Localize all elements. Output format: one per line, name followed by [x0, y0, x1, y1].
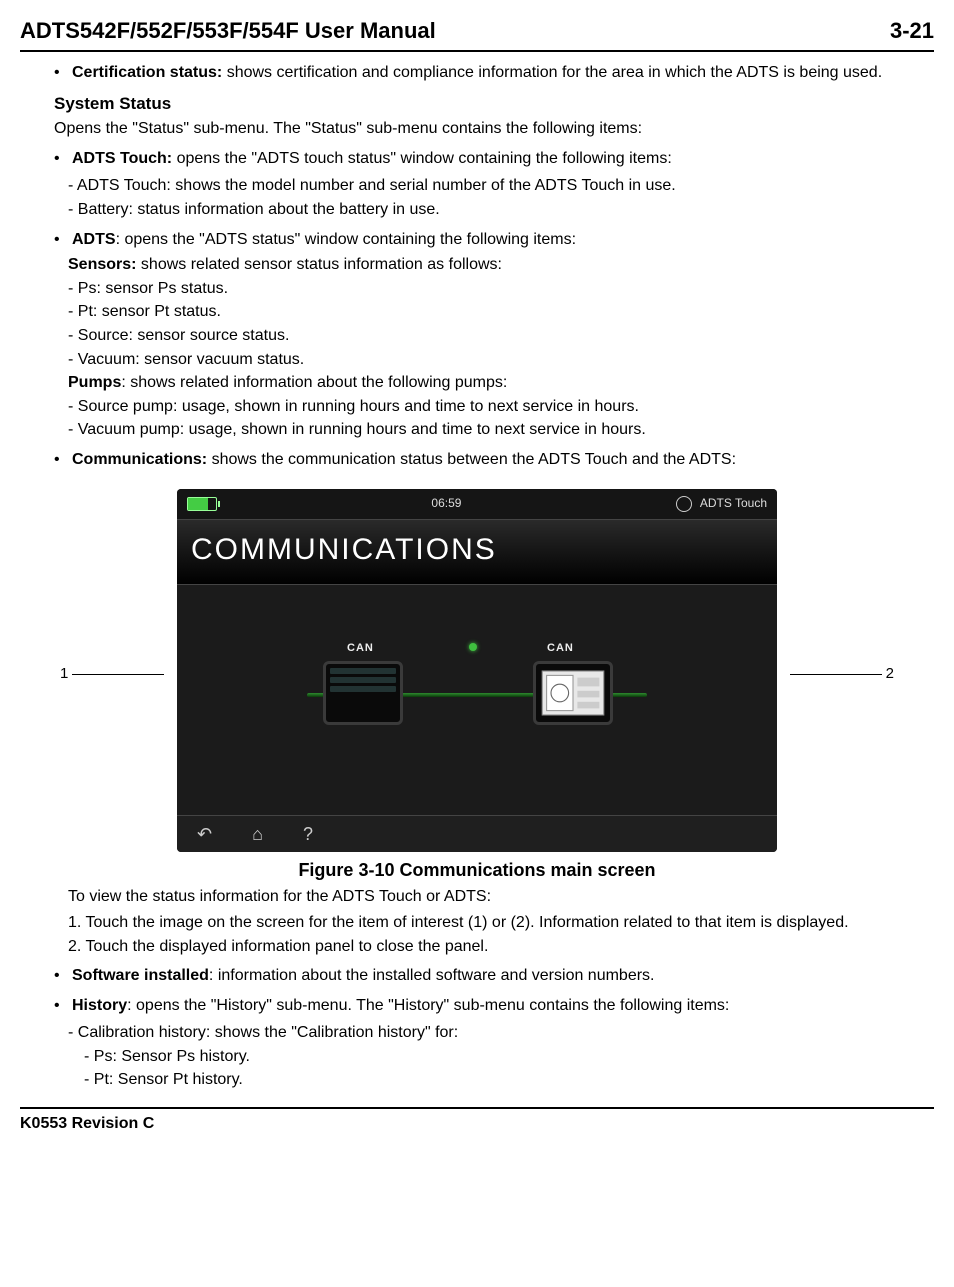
bullet-text: Communications: shows the communication …: [72, 449, 934, 471]
sensors-desc: shows related sensor status information …: [136, 256, 502, 273]
cert-status-desc: shows certification and compliance infor…: [222, 64, 882, 81]
page-number: 3-21: [890, 16, 934, 46]
page-header: ADTS542F/552F/553F/554F User Manual 3-21: [20, 16, 934, 52]
adts-touch-node[interactable]: [323, 661, 403, 725]
step-2: 2. Touch the displayed information panel…: [68, 936, 934, 958]
bullet-adts-touch: • ADTS Touch: opens the "ADTS touch stat…: [54, 148, 934, 170]
step-1: 1. Touch the image on the screen for the…: [68, 912, 934, 934]
sensor-vacuum: - Vacuum: sensor vacuum status.: [68, 349, 934, 371]
figure-caption: Figure 3-10 Communications main screen: [20, 858, 934, 882]
callout-line: [790, 674, 882, 675]
adts-unit-node[interactable]: [533, 661, 613, 725]
bullet-dot: •: [54, 148, 72, 170]
adts-touch-screen: 06:59 ADTS Touch COMMUNICATIONS CAN CAN: [177, 489, 777, 853]
battery-icon: [187, 497, 217, 511]
callout-line: [72, 674, 164, 675]
bullet-dot: •: [54, 449, 72, 471]
bullet-text: Certification status: shows certificatio…: [72, 62, 934, 84]
comms-label: Communications:: [72, 451, 207, 468]
system-status-intro: Opens the "Status" sub-menu. The "Status…: [54, 118, 934, 140]
comms-desc: shows the communication status between t…: [207, 451, 736, 468]
bullet-dot: •: [54, 229, 72, 251]
status-right: ADTS Touch: [676, 495, 767, 511]
bullet-communications: • Communications: shows the communicatio…: [54, 449, 934, 471]
bullet-cert-status: • Certification status: shows certificat…: [54, 62, 934, 84]
bullet-text: History: opens the "History" sub-menu. T…: [72, 995, 934, 1017]
bullet-text: ADTS Touch: opens the "ADTS touch status…: [72, 148, 934, 170]
callout-2: 2: [786, 664, 894, 684]
screen-title: COMMUNICATIONS: [177, 519, 777, 586]
vacuum-pump: - Vacuum pump: usage, shown in running h…: [68, 419, 934, 441]
history-label: History: [72, 997, 127, 1014]
history-desc: : opens the "History" sub-menu. The "His…: [127, 997, 729, 1014]
callout-1-label: 1: [60, 664, 68, 684]
back-icon[interactable]: ↶: [197, 822, 212, 846]
cal-history-ps: - Ps: Sensor Ps history.: [84, 1046, 934, 1068]
bottom-nav-bar: ↶ ⌂ ?: [177, 815, 777, 852]
cal-history-pt: - Pt: Sensor Pt history.: [84, 1069, 934, 1091]
home-icon[interactable]: ⌂: [252, 822, 263, 846]
sensor-ps: - Ps: sensor Ps status.: [68, 278, 934, 300]
adts-label: ADTS: [72, 231, 116, 248]
sensor-pt: - Pt: sensor Pt status.: [68, 301, 934, 323]
adts-touch-sub2: - Battery: status information about the …: [68, 199, 934, 221]
pumps-line: Pumps: shows related information about t…: [68, 372, 934, 394]
bullet-adts: • ADTS: opens the "ADTS status" window c…: [54, 229, 934, 251]
help-icon[interactable]: ?: [303, 822, 313, 846]
callout-2-label: 2: [886, 664, 894, 684]
pumps-label: Pumps: [68, 374, 121, 391]
device-brand: ADTS Touch: [700, 495, 767, 511]
software-installed-label: Software installed: [72, 967, 209, 984]
adts-touch-desc: opens the "ADTS touch status" window con…: [172, 150, 672, 167]
status-time: 06:59: [431, 495, 461, 511]
sensors-label: Sensors:: [68, 256, 136, 273]
callout-1: 1: [60, 664, 168, 684]
source-pump: - Source pump: usage, shown in running h…: [68, 396, 934, 418]
bullet-text: Software installed: information about th…: [72, 965, 934, 987]
software-installed-desc: : information about the installed softwa…: [209, 967, 655, 984]
can-label-right: CAN: [547, 641, 574, 656]
post-fig-intro: To view the status information for the A…: [68, 886, 934, 908]
system-status-heading: System Status: [54, 93, 934, 116]
figure-communications: 1 2 06:59 ADTS Touch COMMUNICATIONS CAN …: [20, 489, 934, 853]
status-bar: 06:59 ADTS Touch: [177, 489, 777, 519]
sensor-source: - Source: sensor source status.: [68, 325, 934, 347]
footer-divider: [20, 1107, 934, 1109]
bullet-dot: •: [54, 965, 72, 987]
bullet-text: ADTS: opens the "ADTS status" window con…: [72, 229, 934, 251]
adts-touch-sub1: - ADTS Touch: shows the model number and…: [68, 175, 934, 197]
bullet-dot: •: [54, 995, 72, 1017]
cal-history: - Calibration history: shows the "Calibr…: [68, 1022, 934, 1044]
adts-touch-label: ADTS Touch:: [72, 150, 172, 167]
bullet-software-installed: • Software installed: information about …: [54, 965, 934, 987]
pumps-desc: : shows related information about the fo…: [121, 374, 507, 391]
adts-desc: : opens the "ADTS status" window contain…: [116, 231, 576, 248]
bullet-dot: •: [54, 62, 72, 84]
bullet-history: • History: opens the "History" sub-menu.…: [54, 995, 934, 1017]
ge-logo-icon: [676, 496, 692, 512]
sensors-line: Sensors: shows related sensor status inf…: [68, 254, 934, 276]
cert-status-label: Certification status:: [72, 64, 222, 81]
footer-revision: K0553 Revision C: [20, 1113, 934, 1135]
screen-main: CAN CAN: [177, 585, 777, 815]
manual-title: ADTS542F/552F/553F/554F User Manual: [20, 16, 436, 46]
can-label-left: CAN: [347, 641, 374, 656]
status-led-icon: [469, 643, 477, 651]
